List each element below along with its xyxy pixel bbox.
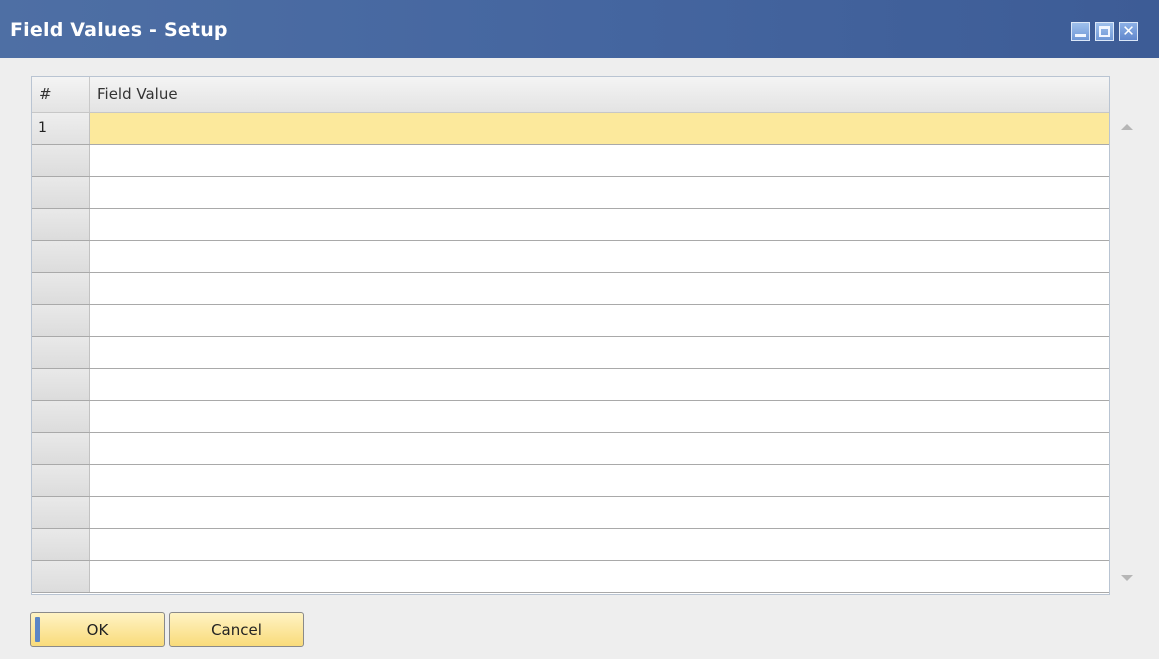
field-value-cell[interactable]	[90, 497, 1109, 528]
row-number-cell[interactable]	[32, 465, 90, 496]
field-value-cell[interactable]	[90, 529, 1109, 560]
table-row[interactable]	[32, 209, 1109, 241]
close-button[interactable]: ✕	[1119, 22, 1138, 41]
row-number-cell[interactable]	[32, 145, 90, 176]
row-number-cell[interactable]	[32, 497, 90, 528]
row-number-cell[interactable]	[32, 401, 90, 432]
table-row[interactable]	[32, 273, 1109, 305]
table-row[interactable]	[32, 433, 1109, 465]
table-row[interactable]	[32, 241, 1109, 273]
field-values-setup-window: Field Values - Setup ✕ # Field Value 1 O…	[0, 0, 1159, 659]
table-row[interactable]	[32, 305, 1109, 337]
maximize-icon	[1096, 23, 1113, 40]
row-number-cell[interactable]	[32, 209, 90, 240]
field-value-cell[interactable]	[90, 177, 1109, 208]
table-row[interactable]	[32, 561, 1109, 593]
row-number-cell[interactable]	[32, 561, 90, 592]
title-bar[interactable]: Field Values - Setup ✕	[0, 0, 1159, 58]
field-value-cell[interactable]	[90, 337, 1109, 368]
field-value-cell[interactable]	[90, 273, 1109, 304]
table-row[interactable]	[32, 337, 1109, 369]
ok-button[interactable]: OK	[30, 612, 165, 647]
minimize-button[interactable]	[1071, 22, 1090, 41]
scroll-down-icon[interactable]	[1121, 575, 1133, 581]
field-value-cell[interactable]	[90, 209, 1109, 240]
minimize-icon	[1072, 23, 1089, 40]
row-number-cell[interactable]	[32, 241, 90, 272]
field-value-cell[interactable]	[90, 561, 1109, 592]
row-number-cell[interactable]	[32, 529, 90, 560]
row-number-cell[interactable]	[32, 369, 90, 400]
column-header-field-value-label: Field Value	[97, 85, 178, 103]
table-row[interactable]	[32, 465, 1109, 497]
field-value-cell[interactable]	[90, 369, 1109, 400]
row-number-cell[interactable]	[32, 273, 90, 304]
row-number: 1	[38, 120, 47, 136]
scroll-up-icon[interactable]	[1121, 124, 1133, 130]
table-row[interactable]	[32, 177, 1109, 209]
table-row[interactable]	[32, 497, 1109, 529]
maximize-button[interactable]	[1095, 22, 1114, 41]
window-title: Field Values - Setup	[10, 19, 228, 41]
grid-scrollbar[interactable]	[1113, 113, 1140, 594]
field-value-cell[interactable]	[90, 241, 1109, 272]
row-number-cell[interactable]	[32, 305, 90, 336]
table-row[interactable]	[32, 529, 1109, 561]
row-number-cell[interactable]	[32, 433, 90, 464]
row-number-cell[interactable]: 1	[32, 113, 90, 144]
row-number-cell[interactable]	[32, 337, 90, 368]
close-icon: ✕	[1122, 22, 1135, 40]
column-header-field-value[interactable]: Field Value	[90, 77, 1109, 112]
row-number-cell[interactable]	[32, 177, 90, 208]
field-value-cell[interactable]	[90, 465, 1109, 496]
table-row[interactable]	[32, 401, 1109, 433]
field-value-cell[interactable]	[90, 145, 1109, 176]
field-value-cell[interactable]	[90, 401, 1109, 432]
table-row[interactable]	[32, 145, 1109, 177]
table-row[interactable]: 1	[32, 113, 1109, 145]
column-header-number[interactable]: #	[32, 77, 90, 112]
column-header-number-label: #	[39, 85, 52, 103]
table-row[interactable]	[32, 369, 1109, 401]
field-value-cell[interactable]	[90, 305, 1109, 336]
cancel-button[interactable]: Cancel	[169, 612, 304, 647]
field-values-grid: # Field Value 1	[31, 76, 1110, 595]
field-value-cell[interactable]	[90, 113, 1109, 144]
grid-header: # Field Value	[32, 77, 1109, 113]
field-value-cell[interactable]	[90, 433, 1109, 464]
